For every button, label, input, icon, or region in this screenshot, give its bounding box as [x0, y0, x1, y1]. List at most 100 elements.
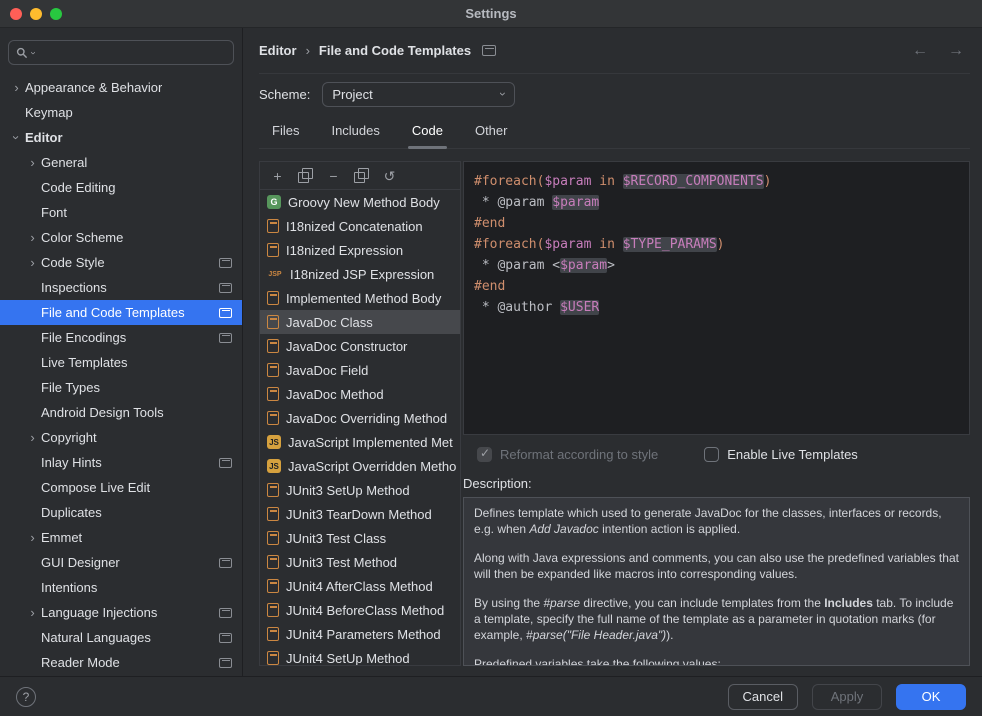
breadcrumb-item-editor[interactable]: Editor	[259, 43, 297, 58]
sidebar-item-android-design-tools[interactable]: ›Android Design Tools	[0, 400, 242, 425]
chevron-right-icon[interactable]: ›	[24, 606, 41, 619]
chevron-right-icon[interactable]: ›	[24, 231, 41, 244]
template-template-icon	[267, 243, 279, 257]
template-item-i18nized-concatenation[interactable]: I18nized Concatenation	[260, 214, 460, 238]
tab-files[interactable]: Files	[259, 116, 312, 148]
sidebar-item-file-and-code-templates[interactable]: ›File and Code Templates	[0, 300, 242, 325]
template-item-implemented-method-body[interactable]: Implemented Method Body	[260, 286, 460, 310]
tab-other[interactable]: Other	[462, 116, 521, 148]
chevron-right-icon[interactable]: ›	[24, 156, 41, 169]
sidebar-item-keymap[interactable]: ›Keymap	[0, 100, 242, 125]
template-item-javadoc-field[interactable]: JavaDoc Field	[260, 358, 460, 382]
sidebar-item-file-types[interactable]: ›File Types	[0, 375, 242, 400]
remove-template-icon[interactable]: −	[326, 168, 341, 183]
template-item-label: JavaScript Overridden Metho	[288, 459, 456, 474]
tab-code[interactable]: Code	[399, 116, 456, 148]
search-input[interactable]	[37, 45, 226, 60]
sidebar-item-live-templates[interactable]: ›Live Templates	[0, 350, 242, 375]
sidebar-item-font[interactable]: ›Font	[0, 200, 242, 225]
template-item-junit3-test-method[interactable]: JUnit3 Test Method	[260, 550, 460, 574]
template-item-junit4-parameters-method[interactable]: JUnit4 Parameters Method	[260, 622, 460, 646]
template-item-javadoc-method[interactable]: JavaDoc Method	[260, 382, 460, 406]
sidebar-item-copyright[interactable]: ›Copyright	[0, 425, 242, 450]
sidebar-item-editor[interactable]: ›Editor	[0, 125, 242, 150]
sidebar-item-natural-languages[interactable]: ›Natural Languages	[0, 625, 242, 650]
sidebar-item-inspections[interactable]: ›Inspections	[0, 275, 242, 300]
template-item-javadoc-overriding-method[interactable]: JavaDoc Overriding Method	[260, 406, 460, 430]
template-item-javadoc-class[interactable]: JavaDoc Class	[260, 310, 460, 334]
reformat-checkbox[interactable]	[477, 447, 492, 462]
template-item-junit4-beforeclass-method[interactable]: JUnit4 BeforeClass Method	[260, 598, 460, 622]
search-history-chevron-icon[interactable]: ›	[28, 51, 38, 54]
forward-arrow-icon[interactable]: →	[948, 42, 964, 60]
live-templates-checkbox[interactable]	[704, 447, 719, 462]
sidebar-item-intentions[interactable]: ›Intentions	[0, 575, 242, 600]
sidebar-item-compose-live-edit[interactable]: ›Compose Live Edit	[0, 475, 242, 500]
template-item-label: I18nized Expression	[286, 243, 403, 258]
back-arrow-icon[interactable]: ←	[912, 42, 928, 60]
template-item-i18nized-expression[interactable]: I18nized Expression	[260, 238, 460, 262]
scope-monitor-icon	[219, 258, 232, 268]
scope-monitor-icon	[219, 658, 232, 668]
breadcrumb-item-file-and-code-templates[interactable]: File and Code Templates	[319, 43, 471, 58]
apply-button[interactable]: Apply	[812, 684, 882, 710]
breadcrumb-separator: ›	[306, 43, 310, 58]
cancel-button[interactable]: Cancel	[728, 684, 798, 710]
ok-button[interactable]: OK	[896, 684, 966, 710]
zoom-button[interactable]	[50, 8, 62, 20]
scope-monitor-icon	[219, 633, 232, 643]
sidebar-item-label: Inlay Hints	[41, 455, 102, 470]
chevron-right-icon[interactable]: ›	[24, 431, 41, 444]
template-template-icon	[267, 411, 279, 425]
add-template-icon[interactable]: +	[270, 168, 285, 183]
template-item-label: JavaDoc Overriding Method	[286, 411, 447, 426]
tab-includes[interactable]: Includes	[318, 116, 392, 148]
sidebar-item-code-style[interactable]: ›Code Style	[0, 250, 242, 275]
minimize-button[interactable]	[30, 8, 42, 20]
template-item-junit3-setup-method[interactable]: JUnit3 SetUp Method	[260, 478, 460, 502]
sidebar-item-duplicates[interactable]: ›Duplicates	[0, 500, 242, 525]
sidebar-item-gui-designer[interactable]: ›GUI Designer	[0, 550, 242, 575]
page-scope-icon	[482, 45, 496, 56]
scheme-row: Scheme: Project ›	[259, 74, 970, 114]
chevron-right-icon[interactable]: ›	[8, 81, 25, 94]
chevron-right-icon[interactable]: ›	[24, 256, 41, 269]
template-editor[interactable]: #foreach($param in $RECORD_COMPONENTS) *…	[463, 161, 970, 435]
sidebar-item-file-encodings[interactable]: ›File Encodings	[0, 325, 242, 350]
chevron-right-icon[interactable]: ›	[24, 531, 41, 544]
sidebar-item-general[interactable]: ›General	[0, 150, 242, 175]
template-list-panel: + − ↺ GGroovy New Method BodyI18nized Conc…	[259, 161, 461, 666]
reset-to-default-icon[interactable]: ↺	[382, 168, 397, 183]
template-item-javascript-implemented-met[interactable]: JSJavaScript Implemented Met	[260, 430, 460, 454]
chevron-down-icon[interactable]: ›	[10, 129, 23, 146]
template-item-javadoc-constructor[interactable]: JavaDoc Constructor	[260, 334, 460, 358]
sidebar-item-code-editing[interactable]: ›Code Editing	[0, 175, 242, 200]
template-item-i18nized-jsp-expression[interactable]: JSPI18nized JSP Expression	[260, 262, 460, 286]
template-item-junit3-test-class[interactable]: JUnit3 Test Class	[260, 526, 460, 550]
template-template-icon	[267, 315, 279, 329]
create-child-template-icon[interactable]	[298, 168, 313, 183]
reformat-option[interactable]: Reformat according to style	[477, 447, 658, 462]
template-item-junit4-afterclass-method[interactable]: JUnit4 AfterClass Method	[260, 574, 460, 598]
template-item-junit4-setup-method[interactable]: JUnit4 SetUp Method	[260, 646, 460, 665]
sidebar-item-reader-mode[interactable]: ›Reader Mode	[0, 650, 242, 675]
help-button[interactable]: ?	[16, 687, 36, 707]
live-templates-option[interactable]: Enable Live Templates	[704, 447, 858, 462]
sidebar-item-emmet[interactable]: ›Emmet	[0, 525, 242, 550]
js-template-icon: JS	[267, 435, 281, 449]
window-title: Settings	[465, 6, 516, 21]
search-field[interactable]: ›	[8, 40, 234, 65]
scheme-select[interactable]: Project ›	[322, 82, 515, 107]
template-template-icon	[267, 555, 279, 569]
template-item-junit3-teardown-method[interactable]: JUnit3 TearDown Method	[260, 502, 460, 526]
template-item-label: JUnit4 SetUp Method	[286, 651, 410, 666]
sidebar-item-appearance-behavior[interactable]: ›Appearance & Behavior	[0, 75, 242, 100]
template-item-groovy-new-method-body[interactable]: GGroovy New Method Body	[260, 190, 460, 214]
template-item-javascript-overridden-metho[interactable]: JSJavaScript Overridden Metho	[260, 454, 460, 478]
close-button[interactable]	[10, 8, 22, 20]
sidebar-item-inlay-hints[interactable]: ›Inlay Hints	[0, 450, 242, 475]
duplicate-template-icon[interactable]	[354, 168, 369, 183]
sidebar-item-color-scheme[interactable]: ›Color Scheme	[0, 225, 242, 250]
jsp-template-icon: JSP	[267, 267, 283, 281]
sidebar-item-language-injections[interactable]: ›Language Injections	[0, 600, 242, 625]
